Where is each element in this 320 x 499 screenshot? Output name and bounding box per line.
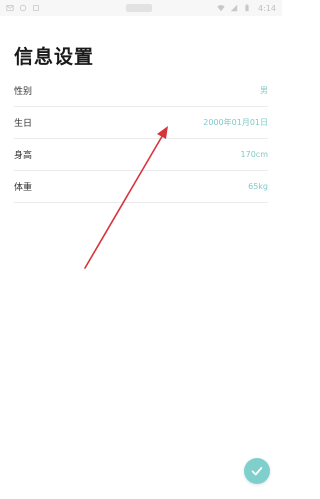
settings-row-value: 170cm [240,150,268,159]
status-right: 4:14 [217,4,276,13]
sync-icon [19,4,27,12]
status-bar: 4:14 [0,0,282,16]
settings-row-value: 2000年01月01日 [203,118,268,127]
settings-row-value: 男 [260,86,268,95]
confirm-button[interactable] [244,458,270,484]
settings-row-label: 生日 [14,119,33,129]
status-time: 4:14 [258,3,276,13]
status-center-badge [126,4,152,12]
status-left [6,4,40,12]
wifi-icon [217,4,225,12]
signal-icon [230,4,238,12]
page-title: 信息设置 [14,46,95,68]
battery-icon [243,4,251,12]
settings-row-label: 性别 [14,87,33,97]
mail-icon [6,4,14,12]
settings-row-birthday[interactable]: 生日 2000年01月01日 [14,107,268,139]
settings-row-weight[interactable]: 体重 65kg [14,171,268,203]
settings-list: 性别 男 生日 2000年01月01日 身高 170cm 体重 65kg [14,75,268,203]
settings-row-label: 体重 [14,183,33,193]
settings-row-value: 65kg [248,182,268,191]
check-icon [250,464,264,478]
settings-row-label: 身高 [14,151,33,161]
settings-row-height[interactable]: 身高 170cm [14,139,268,171]
screen: 4:14 信息设置 性别 男 生日 2000年01月01日 身高 170cm 体… [0,0,282,499]
settings-row-gender[interactable]: 性别 男 [14,75,268,107]
notification-icon [32,4,40,12]
